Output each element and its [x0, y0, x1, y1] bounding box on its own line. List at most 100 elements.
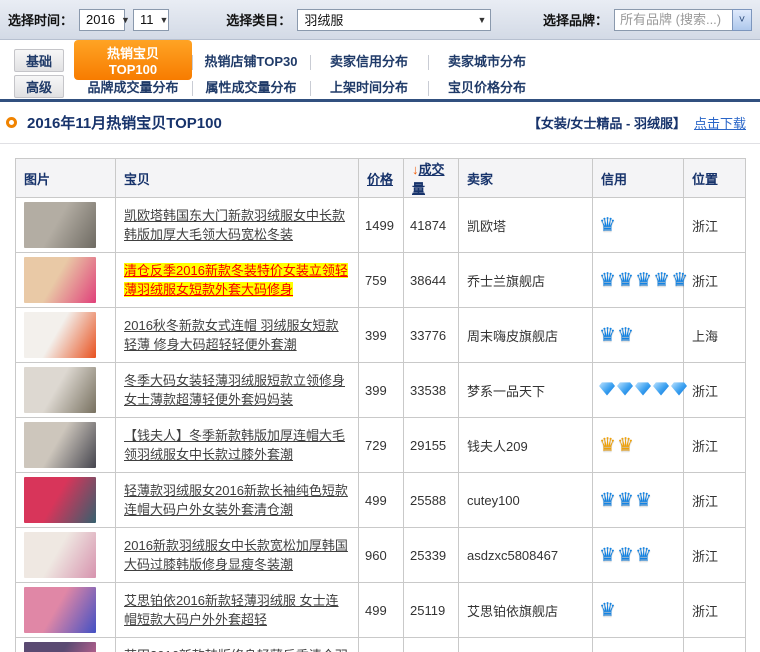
item-cell: 清仓反季2016新款冬装特价女装立领轻薄羽绒服女短款外套大码修身 — [116, 253, 359, 308]
item-cell: 冬季大码女装轻薄羽绒服短款立领修身女士薄款超薄轻便外套妈妈装 — [116, 363, 359, 418]
item-thumbnail[interactable] — [24, 367, 96, 413]
item-title-link[interactable]: 2016新款羽绒服女中长款宽松加厚韩国大码过膝韩版修身显瘦冬装潮 — [124, 538, 348, 572]
credit-cell: ♛♛ — [593, 638, 684, 652]
item-cell: 凯欧塔韩国东大门新款羽绒服女中长款韩版加厚大毛领大码宽松冬装 — [116, 198, 359, 253]
blue-crown-icon: ♛ — [635, 271, 652, 290]
item-thumbnail[interactable] — [24, 422, 96, 468]
tab-seller-city-dist[interactable]: 卖家城市分布 — [428, 51, 546, 70]
gold-crown-icon: ♛ — [617, 436, 634, 455]
category-filter-label: 选择类目： — [226, 10, 291, 29]
item-title-link[interactable]: 茄田2016新款韩版修身轻薄反季清仓羽绒服女短款连 — [124, 648, 348, 652]
blue-crown-icon: ♛ — [599, 601, 616, 620]
credit-cell: ♛♛♛ — [593, 473, 684, 528]
table-row: 【钱夫人】冬季新款韩版加厚连帽大毛领羽绒服女中长款过膝外套潮72929155钱夫… — [16, 418, 746, 473]
blue-crown-icon: ♛ — [599, 271, 616, 290]
price-cell: 499 — [359, 473, 404, 528]
item-title-link[interactable]: 冬季大码女装轻薄羽绒服短款立领修身女士薄款超薄轻便外套妈妈装 — [124, 373, 345, 407]
seller-name: 梦系一品天下 — [459, 363, 593, 418]
month-select-value: 11 — [140, 12, 154, 27]
item-title-link[interactable]: 2016秋冬新款女式连帽 羽绒服女短款轻薄 修身大码超轻轻便外套潮 — [124, 318, 339, 352]
blue-crown-icon: ♛ — [599, 326, 616, 345]
tab-hot-items-top100[interactable]: 热销宝贝TOP100 — [74, 40, 192, 80]
header-location: 位置 — [684, 159, 746, 198]
seller-name: asdzxc5808467 — [459, 528, 593, 583]
price-sort-link[interactable]: 价格 — [367, 172, 393, 187]
credit-cell: ♛ — [593, 583, 684, 638]
item-thumbnail[interactable] — [24, 532, 96, 578]
tab-listing-time-dist[interactable]: 上架时间分布 — [310, 77, 428, 96]
seller-name: 艾思铂依旗舰店 — [459, 583, 593, 638]
chevron-down-icon: ▼ — [160, 15, 169, 25]
blue-crown-icon: ♛ — [653, 271, 670, 290]
price-cell: 399 — [359, 308, 404, 363]
image-cell — [16, 363, 116, 418]
image-cell — [16, 473, 116, 528]
image-cell — [16, 418, 116, 473]
brand-filter-label: 选择品牌： — [543, 10, 608, 29]
item-cell: 2016秋冬新款女式连帽 羽绒服女短款轻薄 修身大码超轻轻便外套潮 — [116, 308, 359, 363]
item-thumbnail[interactable] — [24, 202, 96, 248]
price-cell: 729 — [359, 418, 404, 473]
price-cell: 1499 — [359, 198, 404, 253]
blue-crown-icon: ♛ — [617, 271, 634, 290]
location-cell: 浙江 — [684, 473, 746, 528]
table-row: 艾思铂依2016新款轻薄羽绒服 女士连帽短款大码户外外套超轻49925119艾思… — [16, 583, 746, 638]
table-row: 轻薄款羽绒服女2016新款长袖纯色短款连帽大码户外女装外套清仓潮49925588… — [16, 473, 746, 528]
year-select[interactable]: 2016 ▼ — [79, 9, 125, 31]
header-volume[interactable]: ↓成交量 — [404, 159, 459, 198]
blue-crown-icon: ♛ — [617, 326, 634, 345]
item-title-link[interactable]: 清仓反季2016新款冬装特价女装立领轻薄羽绒服女短款外套大码修身 — [124, 263, 348, 297]
table-row: 茄田2016新款韩版修身轻薄反季清仓羽绒服女短款连 ♛♛ — [16, 638, 746, 652]
item-title-link[interactable]: 【钱夫人】冬季新款韩版加厚连帽大毛领羽绒服女中长款过膝外套潮 — [124, 428, 345, 462]
item-thumbnail[interactable] — [24, 587, 96, 633]
tab-brand-volume-dist[interactable]: 品牌成交量分布 — [74, 77, 192, 96]
credit-cell: ♛♛♛♛♛ — [593, 253, 684, 308]
volume-cell: 38644 — [404, 253, 459, 308]
item-title-link[interactable]: 艾思铂依2016新款轻薄羽绒服 女士连帽短款大码户外外套超轻 — [124, 593, 339, 627]
tab-seller-credit-dist[interactable]: 卖家信用分布 — [310, 51, 428, 70]
image-cell — [16, 528, 116, 583]
header-price[interactable]: 价格 — [359, 159, 404, 198]
tab-attribute-volume-dist[interactable]: 属性成交量分布 — [192, 77, 310, 96]
orange-bullet-icon — [6, 117, 17, 128]
tab-navigation: 基础 热销宝贝TOP100 热销店铺TOP30 卖家信用分布 卖家城市分布 高级… — [0, 40, 760, 102]
seller-name — [459, 638, 593, 652]
item-thumbnail[interactable] — [24, 477, 96, 523]
header-image: 图片 — [16, 159, 116, 198]
location-cell — [684, 638, 746, 652]
brand-dropdown-button[interactable]: ˅ — [732, 9, 752, 31]
image-cell — [16, 583, 116, 638]
item-cell: 2016新款羽绒服女中长款宽松加厚韩国大码过膝韩版修身显瘦冬装潮 — [116, 528, 359, 583]
page-title: 2016年11月热销宝贝TOP100 — [27, 112, 222, 133]
item-thumbnail[interactable] — [24, 642, 96, 652]
price-cell — [359, 638, 404, 652]
advanced-group-label: 高级 — [14, 75, 64, 98]
blue-gem-icon — [617, 382, 633, 396]
item-thumbnail[interactable] — [24, 257, 96, 303]
year-select-value: 2016 — [86, 12, 115, 27]
brand-search-input[interactable] — [614, 9, 732, 31]
blue-gem-icon — [635, 382, 651, 396]
gold-crown-icon: ♛ — [599, 436, 616, 455]
blue-crown-icon: ♛ — [635, 491, 652, 510]
location-cell: 浙江 — [684, 363, 746, 418]
location-cell: 浙江 — [684, 528, 746, 583]
download-link[interactable]: 点击下载 — [694, 113, 746, 132]
basic-tab-row: 基础 热销宝贝TOP100 热销店铺TOP30 卖家信用分布 卖家城市分布 — [0, 47, 760, 73]
tab-hot-shops-top30[interactable]: 热销店铺TOP30 — [192, 51, 310, 70]
image-cell — [16, 638, 116, 652]
item-thumbnail[interactable] — [24, 312, 96, 358]
header-credit: 信用 — [593, 159, 684, 198]
item-title-link[interactable]: 凯欧塔韩国东大门新款羽绒服女中长款韩版加厚大毛领大码宽松冬装 — [124, 208, 345, 242]
item-cell: 艾思铂依2016新款轻薄羽绒服 女士连帽短款大码户外外套超轻 — [116, 583, 359, 638]
blue-crown-icon: ♛ — [599, 491, 616, 510]
item-title-link[interactable]: 轻薄款羽绒服女2016新款长袖纯色短款连帽大码户外女装外套清仓潮 — [124, 483, 348, 517]
chevron-down-icon: ▼ — [477, 15, 486, 25]
month-select[interactable]: 11 ▼ — [133, 9, 169, 31]
volume-cell — [404, 638, 459, 652]
tab-item-price-dist[interactable]: 宝贝价格分布 — [428, 77, 546, 96]
tab-hot-items-top100-label: 热销宝贝TOP100 — [74, 40, 192, 80]
price-cell: 399 — [359, 363, 404, 418]
item-cell: 【钱夫人】冬季新款韩版加厚连帽大毛领羽绒服女中长款过膝外套潮 — [116, 418, 359, 473]
category-select[interactable]: 羽绒服 ▼ — [297, 9, 491, 31]
